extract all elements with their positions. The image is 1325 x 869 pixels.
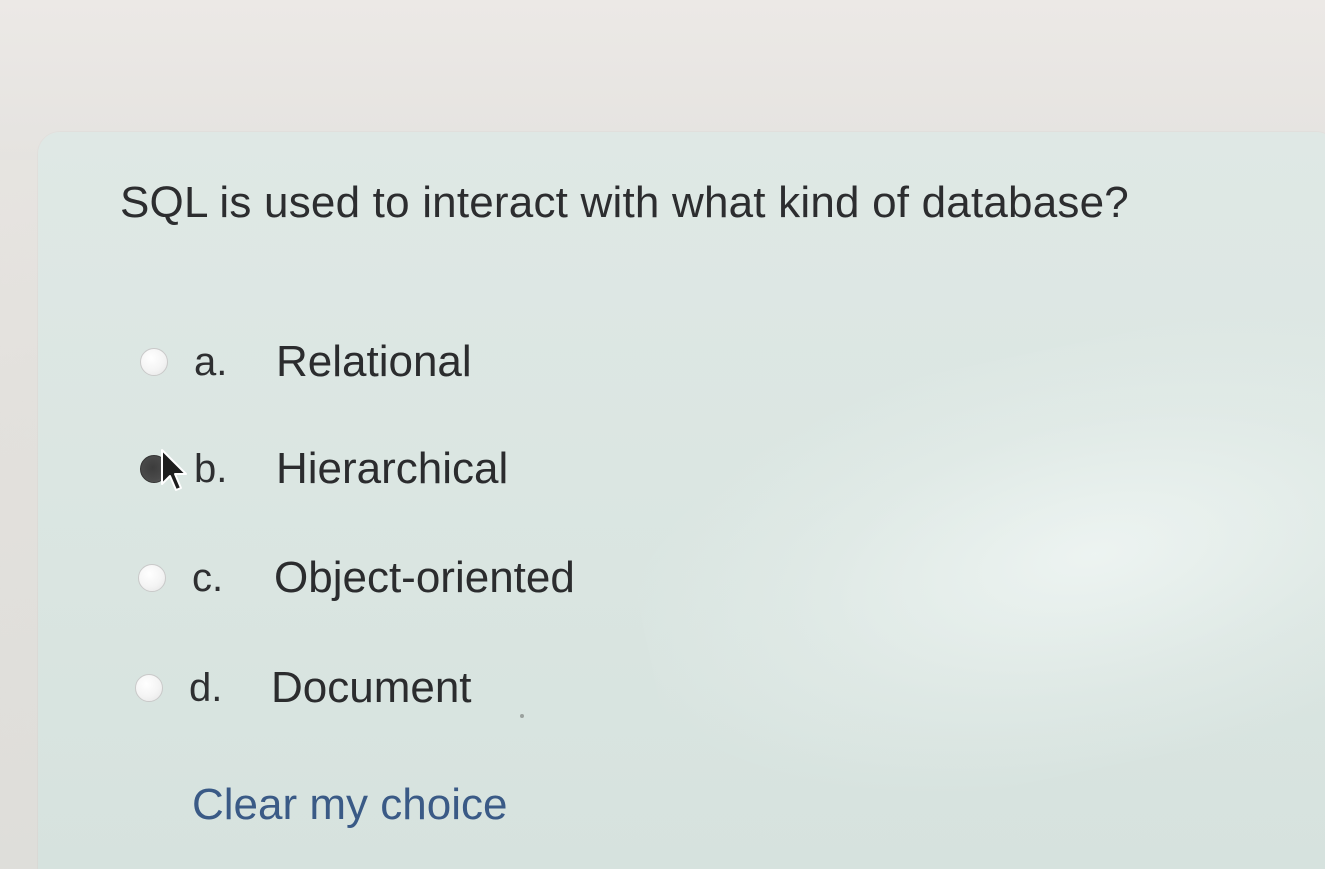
radio-button-a[interactable] (140, 348, 168, 376)
radio-button-b[interactable] (140, 455, 168, 483)
answer-option-d[interactable]: d. Document (135, 658, 472, 718)
option-label-d: Document (271, 663, 472, 712)
radio-button-d[interactable] (135, 674, 163, 702)
clear-my-choice-link[interactable]: Clear my choice (192, 780, 507, 830)
question-card (38, 132, 1325, 869)
option-label-a: Relational (276, 337, 472, 386)
screen-speck (520, 714, 524, 718)
option-letter-a: a. (194, 339, 228, 384)
radio-button-c[interactable] (138, 564, 166, 592)
option-letter-d: d. (189, 665, 223, 710)
option-label-c: Object-oriented (274, 553, 575, 602)
question-text: SQL is used to interact with what kind o… (120, 178, 1129, 227)
option-label-b: Hierarchical (276, 444, 509, 493)
option-letter-c: c. (192, 555, 224, 600)
answer-option-a[interactable]: a. Relational (140, 332, 472, 392)
answer-option-c[interactable]: c. Object-oriented (138, 548, 575, 608)
option-letter-b: b. (194, 446, 228, 491)
answer-option-b[interactable]: b. Hierarchical (140, 439, 508, 499)
